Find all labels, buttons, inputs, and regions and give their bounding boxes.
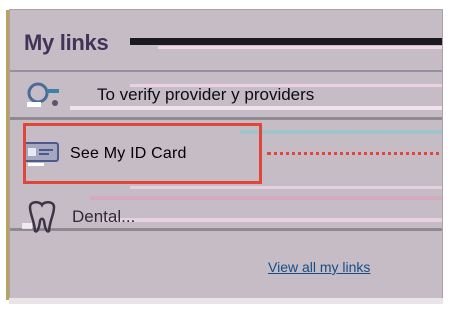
view-all-links-link[interactable]: View all my links: [268, 259, 370, 275]
link-label: To verify provider y providers: [97, 85, 315, 104]
panel-bottom-edge: [9, 298, 443, 304]
glitch-stripe: [10, 117, 442, 120]
glitch-stripe: [130, 186, 442, 189]
highlight-box: [23, 123, 262, 184]
glitch-stripe: [158, 46, 442, 49]
highlight-connector: [267, 152, 442, 155]
link-label: Dental...: [72, 207, 136, 226]
glitch-stripe: [10, 70, 442, 72]
tooth-icon: [22, 201, 62, 233]
link-dental[interactable]: Dental...: [22, 198, 432, 236]
glitch-stripe: [130, 38, 442, 45]
glitch-stripe: [240, 130, 442, 134]
my-links-panel: My links To verify provider y providers …: [9, 9, 443, 300]
link-verify-provider[interactable]: To verify provider y providers: [22, 76, 432, 114]
provider-map-icon: [22, 80, 62, 110]
panel-title: My links: [24, 30, 109, 55]
